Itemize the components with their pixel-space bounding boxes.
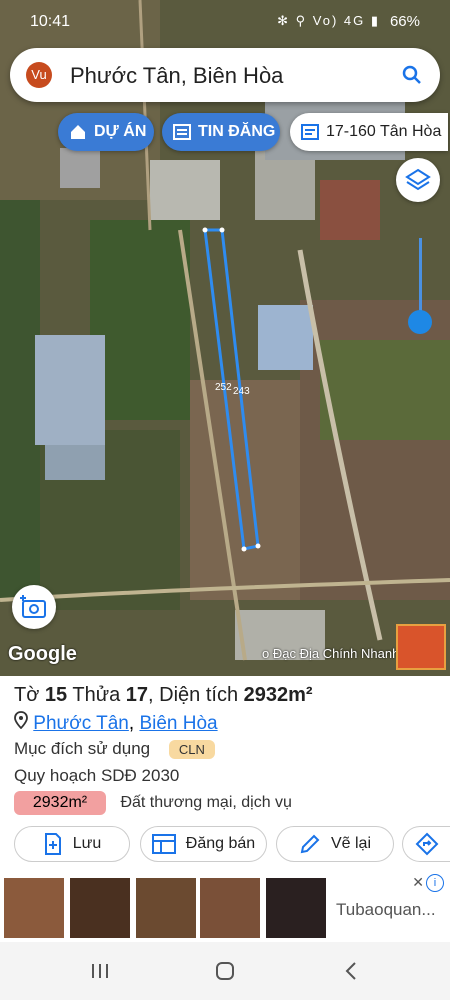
system-nav-bar xyxy=(0,942,450,1000)
parcel-info-panel: Tờ 15 Thửa 17, Diện tích 2932m² Phước Tâ… xyxy=(0,676,450,870)
add-document-icon xyxy=(44,833,61,855)
camera-add-icon xyxy=(20,595,46,618)
status-bar: 10:41 ✻ ⚲ Vo) 4G ▮ 66% xyxy=(0,0,450,44)
pencil-icon xyxy=(300,834,320,854)
camera-button[interactable] xyxy=(12,585,56,629)
thua-number: 17 xyxy=(125,684,149,706)
newspaper-icon xyxy=(173,124,191,140)
directions-button[interactable] xyxy=(402,826,450,862)
tin-dang-button[interactable]: TIN ĐĂNG xyxy=(162,113,280,151)
home-icon[interactable] xyxy=(210,956,240,986)
plan-row: 2932m² Đất thương mại, dịch vụ xyxy=(14,791,292,815)
save-button[interactable]: Lưu xyxy=(14,826,130,862)
back-icon[interactable] xyxy=(336,956,366,986)
layers-icon xyxy=(405,168,431,191)
search-icon[interactable] xyxy=(400,63,424,87)
ad-banner[interactable]: Tubaoquan... ✕ i xyxy=(0,870,450,942)
parcel-label-1: 252 xyxy=(215,382,232,393)
post-sale-label: Đăng bán xyxy=(185,835,256,852)
credit-logo xyxy=(396,624,446,670)
parcel-label-2: 243 xyxy=(233,386,250,397)
home-pin-icon xyxy=(71,125,85,139)
purpose-badge: CLN xyxy=(168,740,215,759)
redraw-button[interactable]: Vẽ lại xyxy=(276,826,394,862)
listing-icon xyxy=(151,834,176,854)
plan-area-badge: 2932m² xyxy=(14,791,106,815)
status-time: 10:41 xyxy=(30,13,71,30)
location-pin-icon xyxy=(14,711,28,730)
city-link[interactable]: Biên Hòa xyxy=(139,713,217,734)
parcel-title: Tờ 15 Thửa 17, Diện tích 2932m² xyxy=(14,684,313,707)
map-sheet-button[interactable]: 17-160 Tân Hòa xyxy=(290,113,448,151)
redraw-label: Vẽ lại xyxy=(330,835,372,852)
zoom-slider-track[interactable] xyxy=(419,238,422,318)
thua-label: Thửa xyxy=(72,684,121,706)
avatar[interactable]: Vu xyxy=(26,62,52,88)
ad-image[interactable] xyxy=(266,878,326,938)
plan-description: Đất thương mại, dịch vụ xyxy=(120,794,292,811)
ad-info-icon[interactable]: i xyxy=(426,874,444,892)
map-sheet-icon xyxy=(301,124,319,140)
map-sheet-label: 17-160 Tân Hòa xyxy=(326,123,442,140)
credit-text: o Đạc Địa Chính Nhanh xyxy=(262,646,400,661)
layers-button[interactable] xyxy=(396,158,440,202)
ad-image[interactable] xyxy=(4,878,64,938)
search-bar[interactable]: Vu Phước Tân, Biên Hòa xyxy=(10,48,440,102)
ad-image[interactable] xyxy=(200,878,260,938)
location-row: Phước Tân, Biên Hòa xyxy=(14,711,218,735)
recent-apps-icon[interactable] xyxy=(85,956,115,986)
ad-image[interactable] xyxy=(136,878,196,938)
area-label: , Diện tích xyxy=(148,684,239,706)
zoom-slider-handle[interactable] xyxy=(408,310,432,334)
search-input[interactable]: Phước Tân, Biên Hòa xyxy=(70,63,283,89)
du-an-button[interactable]: DỰ ÁN xyxy=(58,113,154,151)
du-an-label: DỰ ÁN xyxy=(94,123,147,140)
directions-icon xyxy=(415,832,438,856)
battery-level: 66% xyxy=(389,13,420,30)
purpose-label: Mục đích sử dụng xyxy=(14,739,151,758)
close-icon[interactable]: ✕ xyxy=(412,874,424,891)
plan-label: Quy hoạch SDĐ 2030 xyxy=(14,766,180,785)
ward-link[interactable]: Phước Tân xyxy=(33,713,129,734)
status-icons: ✻ ⚲ Vo) 4G ▮ xyxy=(277,13,380,28)
ad-text[interactable]: Tubaoquan... xyxy=(336,900,436,920)
post-sale-button[interactable]: Đăng bán xyxy=(140,826,267,862)
to-label: Tờ xyxy=(14,684,40,706)
tin-dang-label: TIN ĐĂNG xyxy=(198,123,276,140)
purpose-row: Mục đích sử dụng CLN xyxy=(14,739,215,759)
save-label: Lưu xyxy=(72,835,102,852)
location-separator: , xyxy=(128,713,140,734)
google-logo: Google xyxy=(8,643,77,665)
area-value: 2932m² xyxy=(243,684,313,706)
to-number: 15 xyxy=(44,684,68,706)
ad-image[interactable] xyxy=(70,878,130,938)
